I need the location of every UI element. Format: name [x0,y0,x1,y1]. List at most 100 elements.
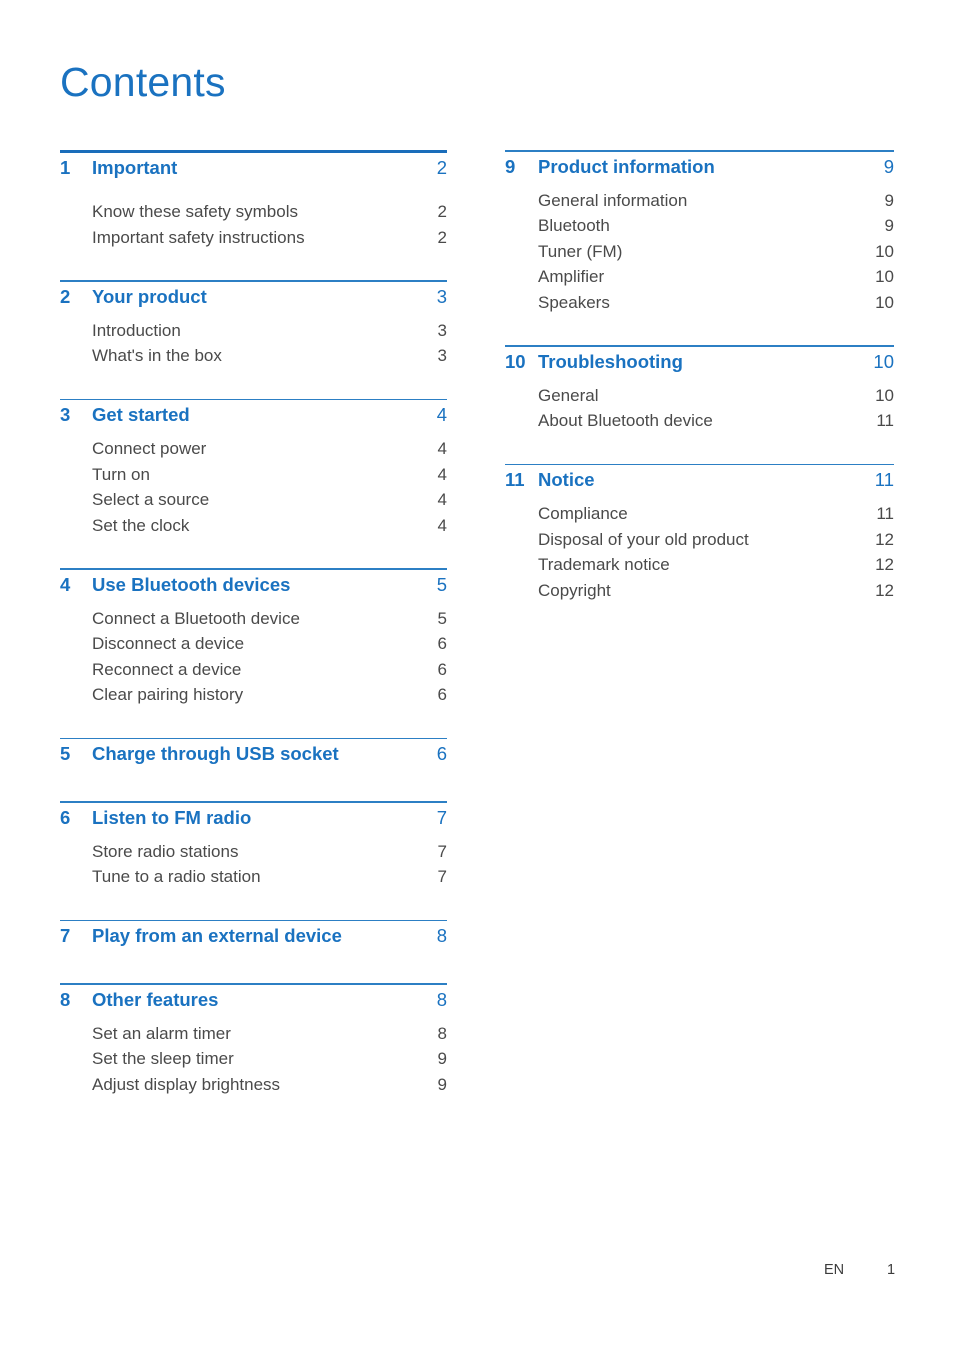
section-number: 2 [60,285,71,307]
subitem-page-number: 3 [437,346,447,365]
toc-subitem[interactable]: Reconnect a device 6 [60,657,447,683]
toc-subitem[interactable]: Connect power 4 [60,436,447,462]
subitem-page-number: 2 [437,202,447,221]
toc-section-heading[interactable]: 3 Get started 4 [60,400,447,430]
subitem-label: Adjust display brightness [92,1074,281,1094]
toc-subitem[interactable]: Set an alarm timer 8 [60,1021,447,1047]
toc-subitem[interactable]: Disconnect a device 6 [60,631,447,657]
toc-section-heading[interactable]: 7 Play from an external device 8 [60,921,447,951]
section-title: Other features [92,988,219,1010]
toc-subitem[interactable]: Connect a Bluetooth device 5 [60,606,447,632]
subitem-label: Set the clock [92,515,190,535]
section-page-number: 6 [436,743,447,764]
toc-subitem[interactable]: Copyright 12 [505,578,894,604]
section-page-number: 5 [436,573,447,595]
subitem-label: Amplifier [538,267,605,286]
toc-subitem[interactable]: General 10 [505,383,894,409]
toc-section-heading[interactable]: 1 Important 2 [60,153,447,183]
section-page-number: 4 [436,404,447,425]
toc-subitem[interactable]: Disposal of your old product 12 [505,527,894,553]
toc-section-heading[interactable]: 5 Charge through USB socket 6 [60,739,447,769]
section-title: Your product [92,285,207,307]
toc-section-heading[interactable]: 8 Other features 8 [60,985,447,1015]
subitem-label: Store radio stations [92,841,239,861]
subitem-page-number: 9 [437,1049,447,1068]
toc-subitem[interactable]: Set the clock 4 [60,513,447,539]
toc-subitem-list: Compliance 11 Disposal of your old product… [505,495,894,603]
subitem-page-number: 2 [437,227,447,247]
toc-subitem[interactable]: About Bluetooth device 11 [505,408,894,434]
subitem-label: Select a source [92,490,210,509]
subitem-label: Speakers [538,292,610,312]
toc-subitem[interactable]: Important safety instructions 2 [60,225,447,251]
toc-subitem-list: Know these safety symbols 2 Important safe… [60,183,447,250]
section-number: 9 [505,155,516,177]
toc-section-heading[interactable]: 10 Troubleshooting 10 [505,347,894,377]
toc-subitem[interactable]: Turn on 4 [60,462,447,488]
toc-subitem[interactable]: Compliance 11 [505,501,894,527]
toc-column-right: 9 Product information 9 General information… [505,150,894,633]
subitem-page-number: 3 [437,320,447,340]
subitem-page-number: 5 [437,608,447,628]
toc-subitem[interactable]: Clear pairing history 6 [60,682,447,708]
toc-subitem[interactable]: Know these safety symbols 2 [60,199,447,225]
toc-subitem[interactable]: Introduction 3 [60,318,447,344]
section-title: Play from an external device [92,925,342,946]
subitem-page-number: 7 [437,841,447,861]
toc-subitem[interactable]: Tune to a radio station 7 [60,864,447,890]
toc-subitem[interactable]: Store radio stations 7 [60,839,447,865]
section-page-number: 3 [436,285,447,307]
toc-section-heading[interactable]: 6 Listen to FM radio 7 [60,803,447,833]
toc-section-heading[interactable]: 11 Notice 11 [505,465,894,495]
section-title: Use Bluetooth devices [92,573,291,595]
section-number: 6 [60,806,71,828]
subitem-page-number: 10 [875,267,894,286]
subitem-label: Set an alarm timer [92,1023,231,1043]
subitem-label: Connect a Bluetooth device [92,608,300,628]
subitem-page-number: 4 [437,439,447,458]
subitem-label: What's in the box [92,346,222,365]
subitem-page-number: 6 [437,634,447,653]
section-number: 11 [505,469,525,490]
subitem-label: Reconnect a device [92,659,242,679]
toc-subitem[interactable]: Set the sleep timer 9 [60,1046,447,1072]
toc-subitem[interactable]: Adjust display brightness 9 [60,1072,447,1098]
subitem-label: General information [538,190,688,210]
toc-subitem[interactable]: Tuner (FM) 10 [505,239,894,265]
section-page-number: 7 [436,806,447,828]
subitem-label: Bluetooth [538,216,610,235]
subitem-label: Introduction [92,320,181,340]
toc-subitem[interactable]: Trademark notice 12 [505,552,894,578]
toc-section-heading[interactable]: 9 Product information 9 [505,152,894,182]
section-title: Listen to FM radio [92,806,252,828]
toc-subitem[interactable]: What's in the box 3 [60,343,447,369]
subitem-label: Know these safety symbols [92,202,298,221]
toc-subitem[interactable]: Speakers 10 [505,290,894,316]
subitem-label: Important safety instructions [92,227,305,247]
section-title: Important [92,157,178,178]
subitem-label: Trademark notice [538,555,670,574]
section-title: Product information [538,155,715,177]
subitem-page-number: 9 [437,1074,447,1094]
toc-section-heading[interactable]: 2 Your product 3 [60,282,447,312]
subitem-page-number: 11 [876,411,894,430]
subitem-page-number: 4 [437,464,447,484]
toc-subitem[interactable]: Bluetooth 9 [505,213,894,239]
toc-subitem[interactable]: Amplifier 10 [505,264,894,290]
section-title: Notice [538,469,595,490]
toc-subitem[interactable]: Select a source 4 [60,487,447,513]
toc-section-heading[interactable]: 4 Use Bluetooth devices 5 [60,570,447,600]
toc-section: 11 Notice 11 Compliance 11 Disposal of your o… [505,465,894,633]
toc-section: 1 Important 2 Know these safety symbols 2 Imp… [60,153,447,280]
subitem-page-number: 4 [437,515,447,535]
toc-subitem[interactable]: General information 9 [505,188,894,214]
footer-page-number: 1 [887,1262,896,1278]
section-number: 5 [60,743,71,764]
section-page-number: 8 [436,925,447,946]
